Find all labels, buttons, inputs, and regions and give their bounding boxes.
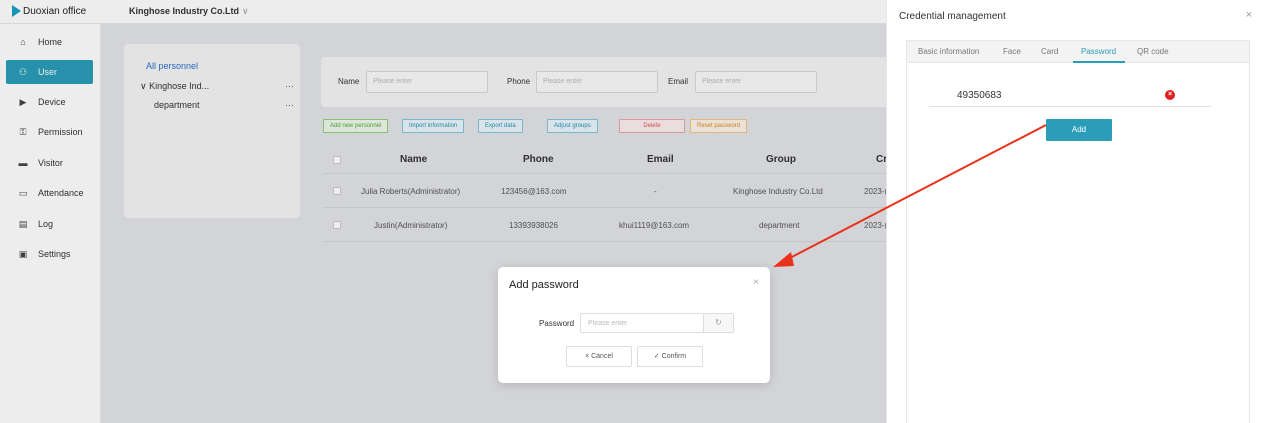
- password-value: 49350683: [957, 90, 1002, 101]
- add-password-button[interactable]: Add: [1046, 119, 1112, 141]
- credential-panel: Basic information Face Card Password QR …: [906, 40, 1250, 423]
- close-icon[interactable]: ×: [1246, 9, 1252, 21]
- confirm-button[interactable]: ✓ Confirm: [637, 346, 703, 367]
- tab-qr-code[interactable]: QR code: [1137, 47, 1169, 56]
- tab-basic-information[interactable]: Basic information: [918, 47, 979, 56]
- tab-face[interactable]: Face: [1003, 47, 1021, 56]
- cancel-button[interactable]: × Cancel: [566, 346, 632, 367]
- dialog-title: Add password: [509, 279, 579, 291]
- tab-password[interactable]: Password: [1081, 47, 1116, 56]
- add-password-dialog: Add password × Password ↻ × Cancel ✓ Con…: [498, 267, 770, 383]
- credential-drawer: Credential management × Basic informatio…: [886, 0, 1264, 423]
- drawer-title: Credential management: [899, 11, 1006, 22]
- close-icon[interactable]: ×: [753, 277, 759, 288]
- password-list-item: 49350683 ×: [929, 85, 1211, 107]
- refresh-icon[interactable]: ↻: [703, 314, 733, 332]
- password-label: Password: [539, 319, 575, 328]
- active-tab-indicator: [1073, 61, 1125, 63]
- credential-tabs: Basic information Face Card Password QR …: [907, 41, 1249, 63]
- delete-icon[interactable]: ×: [1165, 90, 1175, 100]
- password-field[interactable]: ↻: [580, 313, 734, 333]
- password-input[interactable]: [581, 314, 703, 332]
- tab-card[interactable]: Card: [1041, 47, 1058, 56]
